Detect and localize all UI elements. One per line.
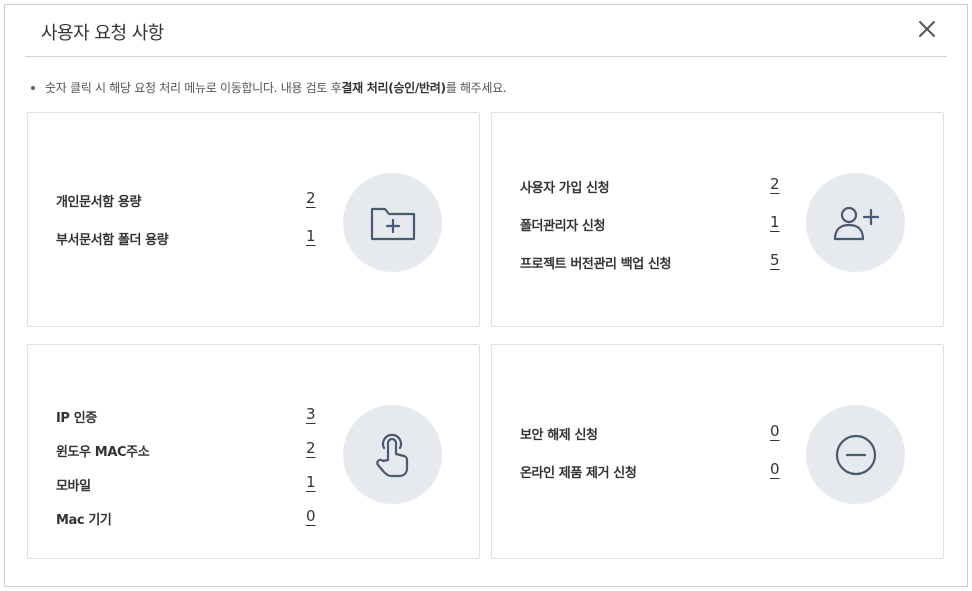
request-row: 프로젝트 버전관리 백업 신청 5	[520, 251, 780, 291]
card-rows: 보안 해제 신청 0 온라인 제품 제거 신청 0	[520, 422, 780, 500]
request-label: 보안 해제 신청	[520, 428, 598, 443]
request-label: 프로젝트 버전관리 백업 신청	[520, 257, 672, 272]
request-count-link[interactable]: 0	[770, 460, 780, 478]
request-count-link[interactable]: 2	[306, 189, 316, 207]
request-label: 온라인 제품 제거 신청	[520, 466, 637, 481]
request-count-link[interactable]: 1	[306, 473, 316, 491]
request-row: 부서문서함 폴더 용량 1	[56, 227, 316, 267]
request-count-link[interactable]: 1	[306, 227, 316, 245]
request-label: 윈도우 MAC주소	[56, 445, 150, 460]
request-label: 모바일	[56, 479, 91, 494]
close-icon	[919, 21, 935, 37]
request-row: 보안 해제 신청 0	[520, 422, 780, 462]
card-mailbox-capacity: 개인문서함 용량 2 부서문서함 폴더 용량 1	[27, 112, 480, 327]
card-device-access: IP 인증 3 윈도우 MAC주소 2 모바일 1 Mac 기기 0	[27, 344, 480, 559]
request-row: 개인문서함 용량 2	[56, 189, 316, 229]
notice-text: 숫자 클릭 시 해당 요청 처리 메뉴로 이동합니다. 내용 검토 후 결재 처…	[31, 79, 507, 96]
card-user-requests: 사용자 가입 신청 2 폴더관리자 신청 1 프로젝트 버전관리 백업 신청 5	[491, 112, 944, 327]
request-row: 온라인 제품 제거 신청 0	[520, 460, 780, 500]
close-button[interactable]	[913, 15, 941, 43]
user-requests-dialog: 사용자 요청 사항 숫자 클릭 시 해당 요청 처리 메뉴로 이동합니다. 내용…	[4, 4, 968, 587]
request-label: IP 인증	[56, 411, 97, 426]
user-plus-icon	[833, 206, 879, 240]
dialog-title: 사용자 요청 사항	[41, 23, 164, 44]
request-count-link[interactable]: 5	[770, 251, 780, 269]
request-count-link[interactable]: 2	[306, 439, 316, 457]
request-label: Mac 기기	[56, 513, 112, 528]
request-row: 사용자 가입 신청 2	[520, 175, 780, 215]
card-rows: 개인문서함 용량 2 부서문서함 폴더 용량 1	[56, 189, 316, 267]
request-label: 사용자 가입 신청	[520, 181, 610, 196]
request-row: 윈도우 MAC주소 2	[56, 439, 316, 475]
dialog-header: 사용자 요청 사항	[5, 5, 967, 57]
folder-plus-icon-badge	[343, 173, 442, 272]
request-count-link[interactable]: 2	[770, 175, 780, 193]
request-row: IP 인증 3	[56, 405, 316, 441]
notice-text-bold: 결재 처리(승인/반려)	[341, 81, 446, 95]
card-rows: 사용자 가입 신청 2 폴더관리자 신청 1 프로젝트 버전관리 백업 신청 5	[520, 175, 780, 291]
minus-circle-icon	[835, 434, 876, 475]
bullet-icon	[31, 85, 35, 90]
request-row: 모바일 1	[56, 473, 316, 509]
hand-pointer-icon-badge	[343, 405, 442, 504]
folder-plus-icon	[370, 207, 415, 240]
request-count-link[interactable]: 0	[770, 422, 780, 440]
request-count-link[interactable]: 1	[770, 213, 780, 231]
notice-text-after: 를 해주세요.	[445, 81, 507, 95]
request-count-link[interactable]: 0	[306, 507, 316, 525]
card-security-release: 보안 해제 신청 0 온라인 제품 제거 신청 0	[491, 344, 944, 559]
request-row: 폴더관리자 신청 1	[520, 213, 780, 253]
card-rows: IP 인증 3 윈도우 MAC주소 2 모바일 1 Mac 기기 0	[56, 405, 316, 543]
request-label: 개인문서함 용량	[56, 195, 142, 210]
hand-pointer-icon	[375, 433, 408, 477]
request-row: Mac 기기 0	[56, 507, 316, 543]
header-divider	[25, 56, 947, 57]
user-plus-icon-badge	[806, 173, 905, 272]
request-count-link[interactable]: 3	[306, 405, 316, 423]
notice-text-before: 숫자 클릭 시 해당 요청 처리 메뉴로 이동합니다. 내용 검토 후	[45, 81, 342, 95]
request-label: 폴더관리자 신청	[520, 219, 606, 234]
request-label: 부서문서함 폴더 용량	[56, 233, 169, 248]
minus-circle-icon-badge	[806, 405, 905, 504]
